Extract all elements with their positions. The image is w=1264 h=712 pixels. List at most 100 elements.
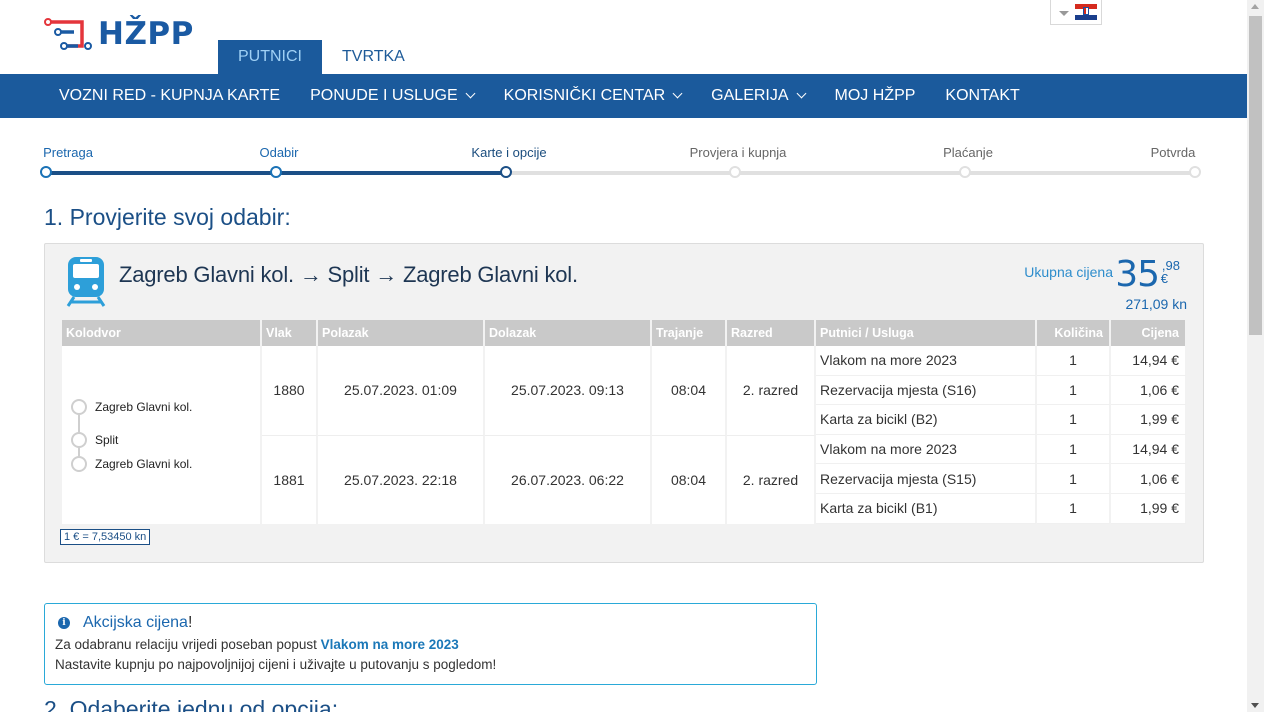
promo-line-1: Za odabranu relaciju vrijedi poseban pop… (55, 637, 806, 652)
total-price-kn: 271,09 kn (1125, 296, 1188, 312)
table-header-row: Kolodvor Vlak Polazak Dolazak Trajanje R… (62, 320, 1187, 346)
promo-offer-name: Vlakom na more 2023 (320, 637, 459, 652)
train-number: 1881 (262, 434, 318, 524)
train-icon (66, 257, 106, 307)
departure: 25.07.2023. 01:09 (318, 346, 485, 435)
trip-table: Kolodvor Vlak Polazak Dolazak Trajanje R… (62, 320, 1187, 524)
chevron-down-icon (465, 88, 476, 98)
nav-korisnicki-centar[interactable]: KORISNIČKI CENTAR (489, 74, 697, 118)
step-karte-dot (500, 166, 512, 178)
service-name: Vlakom na more 2023 (816, 346, 1037, 376)
page-scrollbar[interactable] (1247, 0, 1264, 712)
station-name: Zagreb Glavni kol. (95, 456, 193, 471)
step-potvrda-dot (1189, 166, 1201, 178)
promo-info-box: i Akcijska cijena! Za odabranu relaciju … (44, 603, 817, 685)
promo-title-suffix: ! (187, 614, 193, 631)
page: HŽPP PUTNICI TVRTKA VOZNI RED - KUPNJA K… (0, 0, 1247, 712)
step-pretraga-label[interactable]: Pretraga (43, 145, 93, 160)
info-icon: i (58, 617, 70, 629)
station-circle-icon (71, 398, 87, 415)
nav-ponude[interactable]: PONUDE I USLUGE (295, 74, 489, 118)
service-price: 14,94 € (1111, 346, 1187, 376)
nav-moj-hzpp[interactable]: MOJ HŽPP (820, 74, 931, 118)
nav-label: GALERIJA (711, 87, 789, 104)
nav-label: KORISNIČKI CENTAR (503, 87, 666, 104)
logo-rail-icon (44, 18, 92, 50)
step-placanje-label: Plaćanje (943, 145, 993, 160)
croatia-flag-icon (1075, 4, 1097, 20)
service-price: 1,06 € (1111, 464, 1187, 494)
main-nav: VOZNI RED - KUPNJA KARTE PONUDE I USLUGE… (0, 74, 1247, 118)
service-qty: 1 (1037, 434, 1111, 465)
step-potvrda-label: Potvrda (1150, 145, 1196, 160)
promo-line-2: Nastavite kupnju po najpovoljnijoj cijen… (55, 657, 497, 672)
station-item: Zagreb Glavni kol. (71, 455, 193, 472)
trip-summary-panel: Zagreb Glavni kol. → Split → Zagreb Glav… (44, 243, 1204, 563)
audience-tabs: PUTNICI TVRTKA (218, 40, 425, 74)
language-selector[interactable] (1050, 0, 1102, 25)
service-price: 1,99 € (1111, 493, 1187, 524)
stations-cell: Zagreb Glavni kol. Split Zagreb Glavni k… (62, 346, 262, 524)
service-qty: 1 (1037, 405, 1111, 435)
station-name: Split (95, 432, 119, 447)
nav-label: MOJ HŽPP (834, 87, 916, 104)
promo-title-text: Akcijska cijena (83, 614, 188, 631)
col-header: Dolazak (485, 320, 652, 346)
station-item: Split (71, 431, 119, 448)
col-header: Kolodvor (62, 320, 262, 346)
col-header: Razred (727, 320, 816, 346)
chevron-down-icon (672, 88, 683, 98)
station-circle-icon (71, 431, 87, 448)
section-title-review: 1. Provjerite svoj odabir: (44, 204, 291, 230)
step-placanje-dot (959, 166, 971, 178)
checkout-stepper: Pretraga Odabir Karte i opcije Provjera … (40, 145, 1202, 181)
col-header: Putnici / Usluga (816, 320, 1037, 346)
service-qty: 1 (1037, 346, 1111, 376)
scroll-down-arrow-icon[interactable] (1251, 703, 1259, 708)
service-price: 14,94 € (1111, 434, 1187, 465)
service-name: Vlakom na more 2023 (816, 434, 1037, 465)
col-header: Trajanje (652, 320, 727, 346)
class: 2. razred (727, 346, 816, 435)
tab-putnici[interactable]: PUTNICI (218, 40, 322, 74)
col-header: Vlak (262, 320, 318, 346)
step-odabir-dot[interactable] (270, 166, 282, 178)
col-header: Polazak (318, 320, 485, 346)
step-pretraga-dot[interactable] (40, 166, 52, 178)
arrival: 26.07.2023. 06:22 (485, 434, 652, 524)
chevron-down-icon (796, 88, 806, 98)
step-odabir-label[interactable]: Odabir (259, 145, 298, 160)
logo-text: HŽPP (98, 16, 194, 52)
service-qty: 1 (1037, 493, 1111, 524)
nav-label: KONTAKT (945, 87, 1020, 104)
nav-label: VOZNI RED - KUPNJA KARTE (59, 87, 281, 104)
step-karte-label: Karte i opcije (471, 145, 547, 160)
departure: 25.07.2023. 22:18 (318, 434, 485, 524)
section-title-options: 2. Odaberite jednu od opcija: (44, 696, 339, 712)
nav-vozni-red[interactable]: VOZNI RED - KUPNJA KARTE (44, 74, 295, 118)
service-name: Rezervacija mjesta (S15) (816, 464, 1037, 494)
hzpp-logo[interactable]: HŽPP (44, 16, 194, 52)
nav-kontakt[interactable]: KONTAKT (930, 74, 1034, 118)
scrollbar-thumb[interactable] (1249, 16, 1262, 335)
station-item: Zagreb Glavni kol. (71, 398, 193, 415)
total-price-euros: 35 (1115, 254, 1160, 295)
total-price-currency: € (1160, 271, 1168, 286)
service-price: 1,99 € (1111, 405, 1187, 435)
service-qty: 1 (1037, 464, 1111, 494)
train-number: 1880 (262, 346, 318, 435)
service-name: Karta za bicikl (B2) (816, 405, 1037, 435)
nav-galerija[interactable]: GALERIJA (696, 74, 819, 118)
station-name: Zagreb Glavni kol. (95, 399, 193, 414)
service-name: Rezervacija mjesta (S16) (816, 375, 1037, 406)
total-price-label: Ukupna cijena (1024, 264, 1113, 280)
scroll-up-arrow-icon[interactable] (1251, 4, 1259, 9)
route-title: Zagreb Glavni kol. → Split → Zagreb Glav… (119, 262, 578, 287)
promo-title: i Akcijska cijena! (55, 614, 806, 632)
arrival: 25.07.2023. 09:13 (485, 346, 652, 435)
station-circle-icon (71, 455, 87, 472)
duration: 08:04 (652, 434, 727, 524)
tab-tvrtka[interactable]: TVRTKA (322, 40, 425, 74)
service-price: 1,06 € (1111, 375, 1187, 406)
class: 2. razred (727, 434, 816, 524)
